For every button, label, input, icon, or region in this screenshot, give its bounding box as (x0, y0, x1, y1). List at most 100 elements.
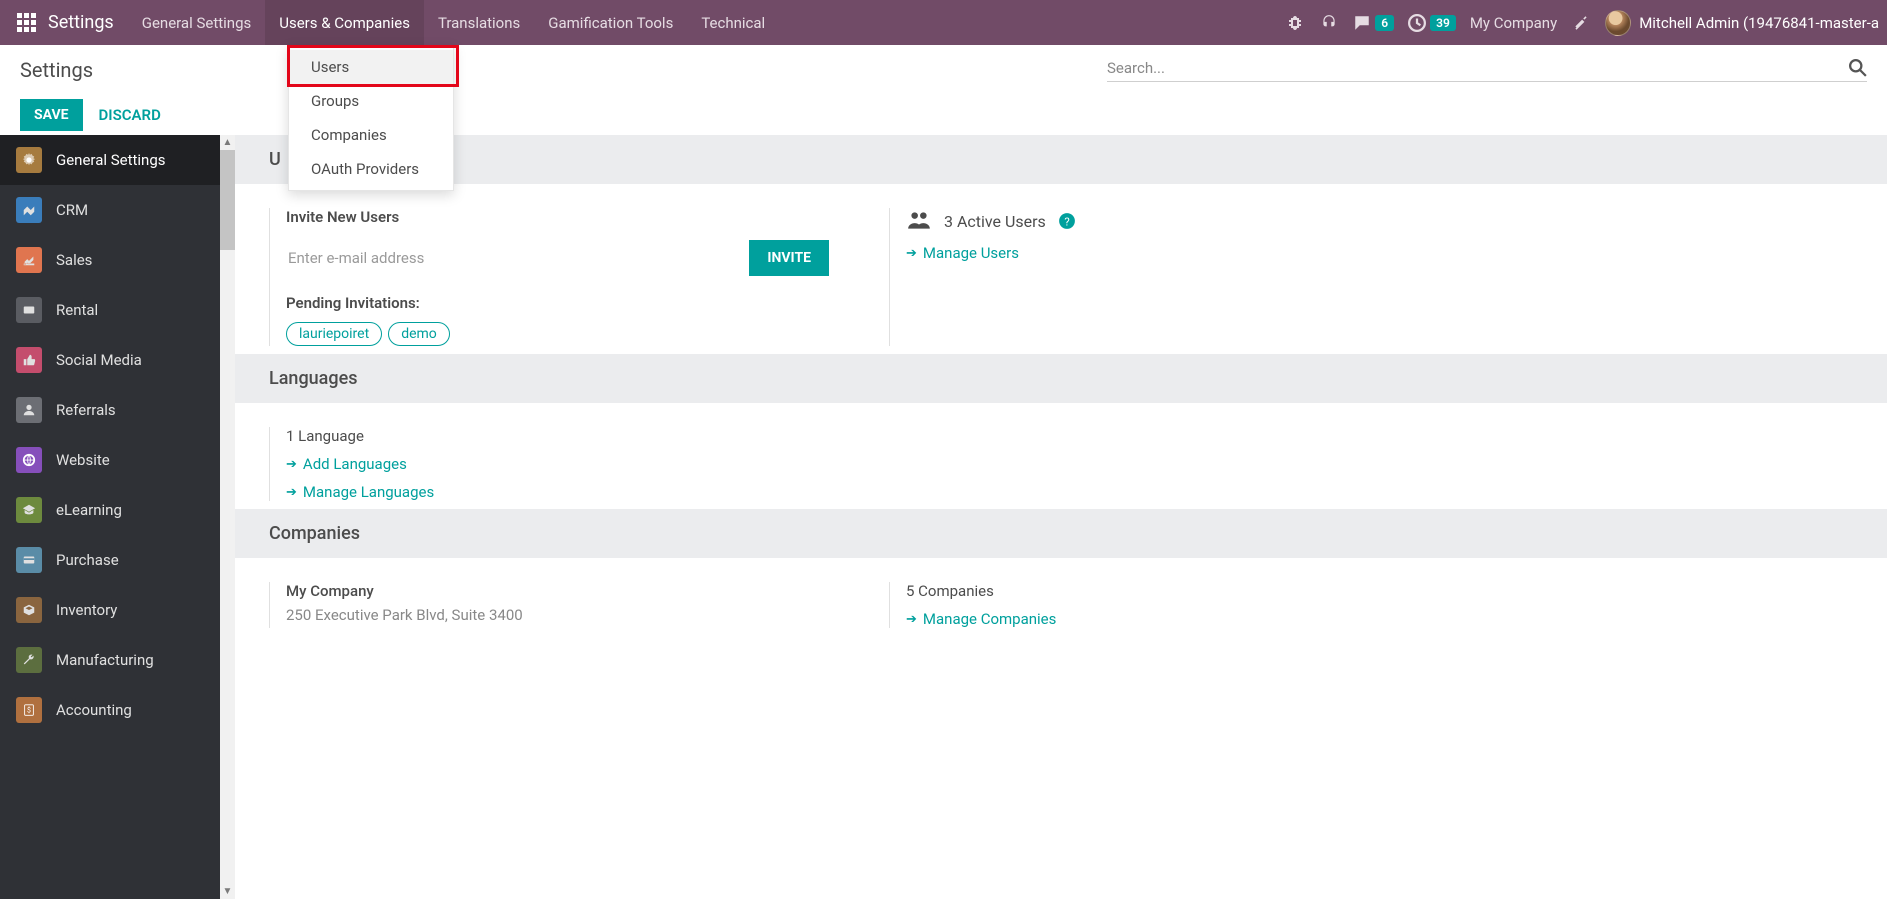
bug-icon[interactable] (1285, 13, 1305, 33)
sidebar-scrollbar[interactable]: ▲ ▼ (220, 135, 235, 899)
manage-languages-link[interactable]: ➔ Manage Languages (286, 483, 829, 501)
sidebar-sales[interactable]: Sales (0, 235, 220, 285)
menu-gamification[interactable]: Gamification Tools (534, 0, 687, 45)
money-icon: $ (16, 697, 42, 723)
manage-users-link[interactable]: ➔ Manage Users (906, 244, 1853, 262)
company-stats-col: 5 Companies ➔ Manage Companies (889, 582, 1853, 628)
languages-section: 1 Language ➔ Add Languages ➔ Manage Lang… (235, 403, 1887, 509)
arrow-right-icon: ➔ (286, 485, 297, 500)
sidebar-manufacturing[interactable]: Manufacturing (0, 635, 220, 685)
arrow-right-icon: ➔ (286, 457, 297, 472)
app-brand[interactable]: Settings (48, 12, 114, 33)
sidebar-inventory[interactable]: Inventory (0, 585, 220, 635)
sidebar-website[interactable]: Website (0, 435, 220, 485)
apps-icon[interactable] (8, 5, 44, 41)
save-button[interactable]: SAVE (20, 99, 83, 131)
scroll-up-icon[interactable]: ▲ (223, 137, 233, 148)
sidebar-item-label: Inventory (56, 601, 117, 619)
sidebar-rental[interactable]: Rental (0, 285, 220, 335)
language-count: 1 Language (286, 427, 829, 445)
languages-col: 1 Language ➔ Add Languages ➔ Manage Lang… (269, 427, 829, 501)
users-companies-dropdown: Users Groups Companies OAuth Providers (288, 45, 454, 191)
messaging-menu[interactable]: 6 (1353, 14, 1394, 32)
search-icon[interactable] (1849, 59, 1867, 77)
settings-sidebar: General Settings CRM Sales Rental Social… (0, 135, 220, 899)
sidebar-referrals[interactable]: Referrals (0, 385, 220, 435)
section-users-header: U (235, 135, 1887, 184)
chart-icon (16, 247, 42, 273)
person-icon (16, 397, 42, 423)
company-name: My Company (286, 582, 829, 600)
invite-email-input[interactable] (286, 240, 739, 276)
menu-users-companies[interactable]: Users & Companies (265, 0, 424, 45)
graduation-icon (16, 497, 42, 523)
dropdown-oauth[interactable]: OAuth Providers (289, 152, 453, 186)
sidebar-item-label: Rental (56, 301, 98, 319)
sidebar-item-label: Sales (56, 251, 92, 269)
sidebar-item-label: Social Media (56, 351, 142, 369)
topbar: Settings General Settings Users & Compan… (0, 0, 1887, 45)
companies-section: My Company 250 Executive Park Blvd, Suit… (235, 558, 1887, 636)
dropdown-groups[interactable]: Groups (289, 84, 453, 118)
scroll-down-icon[interactable]: ▼ (223, 886, 233, 897)
search-input[interactable] (1107, 59, 1849, 77)
sidebar-accounting[interactable]: $ Accounting (0, 685, 220, 735)
svg-text:$: $ (27, 707, 31, 715)
dropdown-users[interactable]: Users (289, 50, 453, 84)
add-languages-link[interactable]: ➔ Add Languages (286, 455, 829, 473)
menu-translations[interactable]: Translations (424, 0, 534, 45)
sidebar-item-label: Purchase (56, 551, 119, 569)
sidebar-purchase[interactable]: Purchase (0, 535, 220, 585)
handshake-icon (16, 197, 42, 223)
activities-menu[interactable]: 39 (1408, 14, 1456, 32)
invite-users-label: Invite New Users (286, 208, 829, 226)
help-icon[interactable]: ? (1058, 212, 1076, 230)
dropdown-companies[interactable]: Companies (289, 118, 453, 152)
arrow-right-icon: ➔ (906, 612, 917, 627)
user-menu[interactable]: Mitchell Admin (19476841-master-a (1605, 10, 1879, 36)
support-icon[interactable] (1319, 13, 1339, 33)
sidebar-item-label: Manufacturing (56, 651, 154, 669)
pending-pill[interactable]: demo (388, 322, 450, 346)
content: U Invite New Users INVITE Pending Invita… (235, 135, 1887, 899)
users-invite-col: Invite New Users INVITE Pending Invitati… (269, 208, 829, 346)
arrow-right-icon: ➔ (906, 246, 917, 261)
messaging-badge: 6 (1375, 15, 1394, 31)
sidebar-crm[interactable]: CRM (0, 185, 220, 235)
tools-icon[interactable] (1571, 13, 1591, 33)
top-menu: General Settings Users & Companies Trans… (128, 0, 779, 45)
users-section: Invite New Users INVITE Pending Invitati… (235, 184, 1887, 354)
menu-technical[interactable]: Technical (687, 0, 779, 45)
section-companies-header: Companies (235, 509, 1887, 558)
main: General Settings CRM Sales Rental Social… (0, 135, 1887, 899)
globe-icon (16, 447, 42, 473)
section-languages-header: Languages (235, 354, 1887, 403)
sidebar-item-label: eLearning (56, 501, 122, 519)
discard-button[interactable]: DISCARD (99, 106, 161, 124)
activities-badge: 39 (1430, 15, 1456, 31)
svg-text:?: ? (1064, 216, 1069, 229)
action-bar: SAVE DISCARD (0, 95, 1887, 135)
sidebar-social[interactable]: Social Media (0, 335, 220, 385)
search-bar[interactable] (1107, 59, 1867, 82)
sidebar-item-label: General Settings (56, 151, 166, 169)
sidebar-item-label: Accounting (56, 701, 132, 719)
sidebar-elearning[interactable]: eLearning (0, 485, 220, 535)
company-switcher[interactable]: My Company (1470, 14, 1557, 32)
menu-general-settings[interactable]: General Settings (128, 0, 266, 45)
manage-companies-link[interactable]: ➔ Manage Companies (906, 610, 1853, 628)
company-info-col: My Company 250 Executive Park Blvd, Suit… (269, 582, 829, 628)
user-name: Mitchell Admin (19476841-master-a (1639, 14, 1879, 32)
sidebar-general-settings[interactable]: General Settings (0, 135, 220, 185)
company-address: 250 Executive Park Blvd, Suite 3400 (286, 606, 829, 624)
wrench-icon (16, 647, 42, 673)
invite-button[interactable]: INVITE (749, 240, 829, 276)
subheader: Settings (0, 45, 1887, 95)
sidebar-item-label: Website (56, 451, 110, 469)
card-icon (16, 547, 42, 573)
pending-invitations-label: Pending Invitations: (286, 294, 829, 312)
page-title: Settings (20, 58, 93, 82)
pending-pill[interactable]: lauriepoiret (286, 322, 382, 346)
thumbs-up-icon (16, 347, 42, 373)
companies-count: 5 Companies (906, 582, 1853, 600)
